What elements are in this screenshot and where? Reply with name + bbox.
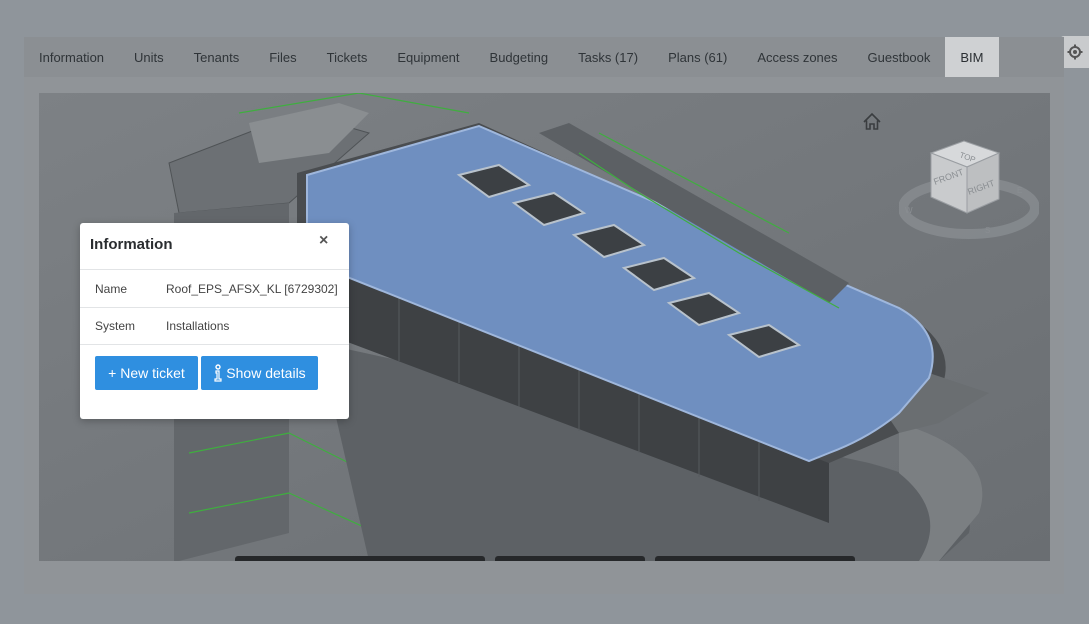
pan-tool[interactable] <box>285 556 335 561</box>
viewcube-w-label: W <box>905 206 913 215</box>
zoom-tool[interactable] <box>335 556 385 561</box>
viewcube-e-label: E <box>1017 186 1022 195</box>
info-row-value: Installations <box>166 319 230 333</box>
information-popup: Information × Name Roof_EPS_AFSX_KL [672… <box>80 223 349 419</box>
close-icon[interactable]: × <box>319 232 328 250</box>
show-details-label: Show details <box>226 365 306 381</box>
tab-files[interactable]: Files <box>254 37 311 77</box>
show-details-button[interactable]: Show details <box>201 356 318 390</box>
viewer-settings-tool[interactable] <box>755 556 805 561</box>
tab-equipment[interactable]: Equipment <box>382 37 474 77</box>
orbit-tool[interactable] <box>235 556 285 561</box>
new-ticket-button[interactable]: + New ticket <box>95 356 198 390</box>
tab-tenants[interactable]: Tenants <box>179 37 255 77</box>
camera-tool[interactable] <box>435 556 485 561</box>
info-icon <box>214 364 222 382</box>
gear-icon <box>1067 44 1082 60</box>
section-tool[interactable] <box>545 556 595 561</box>
popup-title: Information <box>90 236 173 253</box>
viewcube-s-label: S <box>985 226 990 235</box>
info-row-key: Name <box>95 281 128 296</box>
tab-bar: Information Units Tenants Files Tickets … <box>24 37 1064 77</box>
info-row-system: System Installations <box>80 307 349 345</box>
info-row-value: Roof_EPS_AFSX_KL [6729302] <box>166 281 338 296</box>
tab-plans[interactable]: Plans (61) <box>653 37 742 77</box>
tab-tickets[interactable]: Tickets <box>312 37 383 77</box>
properties-tool[interactable] <box>705 556 755 561</box>
tab-information[interactable]: Information <box>24 37 119 77</box>
model-browser-tool[interactable] <box>655 556 705 561</box>
explode-tool[interactable] <box>595 556 645 561</box>
tab-tasks[interactable]: Tasks (17) <box>563 37 653 77</box>
tab-budgeting[interactable]: Budgeting <box>475 37 564 77</box>
home-icon[interactable] <box>861 111 883 133</box>
page-settings-button[interactable] <box>1060 36 1089 68</box>
tab-guestbook[interactable]: Guestbook <box>853 37 946 77</box>
analysis-toolbar <box>495 556 645 561</box>
first-person-tool[interactable] <box>385 556 435 561</box>
tab-units[interactable]: Units <box>119 37 179 77</box>
settings-toolbar <box>655 556 855 561</box>
fullscreen-tool[interactable] <box>805 556 855 561</box>
navigation-toolbar <box>235 556 485 561</box>
view-cube[interactable]: TOP FRONT RIGHT E S W <box>899 133 1039 243</box>
tab-access-zones[interactable]: Access zones <box>742 37 852 77</box>
info-row-key: System <box>95 319 136 333</box>
info-row-name: Name Roof_EPS_AFSX_KL [6729302] <box>80 269 349 307</box>
tab-bim[interactable]: BIM <box>945 37 999 77</box>
measure-tool[interactable] <box>495 556 545 561</box>
